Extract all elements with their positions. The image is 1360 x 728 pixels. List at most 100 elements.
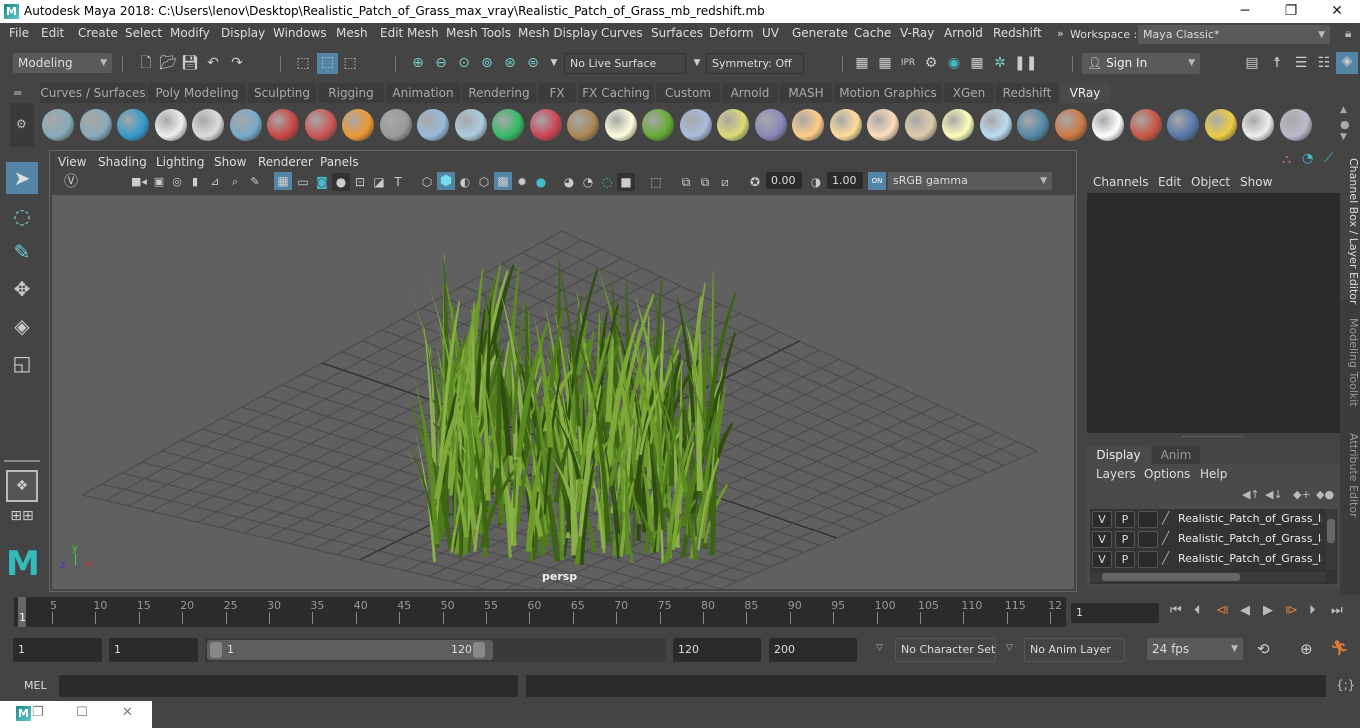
layers-menu-layers[interactable]: Layers	[1096, 467, 1136, 481]
workspace-dropdown[interactable]: Maya Classic* ▼	[1138, 25, 1330, 44]
select-object-icon[interactable]: ⬚	[317, 53, 338, 74]
range-slider-track[interactable]: 1 120	[205, 638, 666, 662]
vray-mesh-export-icon[interactable]	[379, 109, 412, 141]
menu-arnold[interactable]: Arnold	[944, 26, 983, 40]
use-all-lights-icon[interactable]: ✹	[513, 173, 531, 191]
menu-display[interactable]: Display	[221, 26, 265, 40]
tool-settings-icon[interactable]: ☷	[1315, 54, 1333, 72]
menu-file[interactable]: File	[9, 26, 29, 40]
motion-blur-icon[interactable]: ◔	[579, 173, 597, 191]
shelf-tab-redshift[interactable]: Redshift	[996, 83, 1058, 103]
channel-box-toggle-icon[interactable]: ◈	[1336, 52, 1358, 74]
scrollbar-thumb[interactable]	[1327, 519, 1335, 543]
channel-box-icon[interactable]: ⛬	[1282, 152, 1291, 167]
vray-export-icon[interactable]	[42, 109, 74, 141]
open-scene-icon[interactable]: 📂︎	[159, 54, 177, 72]
loop-icon[interactable]: ⟲	[1257, 640, 1270, 658]
anim-layer-chevron-icon[interactable]: ▽	[1006, 643, 1013, 653]
anti-aliasing-icon[interactable]: ◌	[598, 173, 616, 191]
shelf-tab-mash[interactable]: MASH	[780, 83, 832, 103]
step-back-frame-icon[interactable]: ⏴︎	[1194, 603, 1201, 618]
vray-scene-list-icon[interactable]	[117, 109, 149, 141]
layer-playback-toggle[interactable]: P	[1115, 511, 1135, 528]
menu-create[interactable]: Create	[78, 26, 118, 40]
layer-tab-display[interactable]: Display	[1087, 446, 1150, 464]
layer-color-swatch[interactable]: ╱	[1162, 531, 1169, 545]
vray-blue-sphere-icon[interactable]	[1017, 109, 1049, 141]
symmetry-options-chevron-icon[interactable]: ▼	[688, 54, 706, 72]
snap-view-plane-icon[interactable]: ⊚	[478, 54, 496, 72]
pause-viewport-icon[interactable]: ❚❚	[1014, 54, 1037, 72]
modeling-toolkit-icon[interactable]: ▤	[1243, 54, 1261, 72]
shelf-scroll-up-icon[interactable]: ▲	[1340, 105, 1347, 115]
vray-toggle-icon[interactable]: Ⓥ	[62, 173, 80, 191]
vray-globe-icon[interactable]	[754, 109, 787, 141]
command-input[interactable]	[59, 675, 518, 697]
vray-cloud-icon[interactable]	[1242, 109, 1274, 141]
xray-icon[interactable]: ⧉	[677, 173, 695, 191]
scrollbar-thumb[interactable]	[1102, 573, 1240, 581]
vray-ies-light-icon[interactable]	[904, 109, 937, 141]
vray-light-volume-icon[interactable]	[492, 109, 524, 141]
shelf-tab-curves-surfaces[interactable]: Curves / Surfaces	[40, 83, 146, 103]
smooth-shade-icon[interactable]: ⬢	[437, 172, 455, 190]
menu-surfaces[interactable]: Surfaces	[651, 26, 703, 40]
four-view-layout-icon[interactable]: ⊞⊞	[6, 508, 38, 540]
channels-menu-object[interactable]: Object	[1191, 175, 1230, 189]
shelf-tab-custom[interactable]: Custom	[656, 83, 720, 103]
shelf-tab-vray[interactable]: VRay	[1060, 83, 1110, 103]
camera-lock-icon[interactable]: ▣	[150, 173, 168, 191]
close-icon[interactable]: ✕	[122, 705, 133, 720]
camera-select-icon[interactable]: ■◂	[130, 173, 148, 191]
lasso-tool-icon[interactable]: ◌	[6, 200, 38, 232]
new-layer-from-selection-icon[interactable]: ◆●	[1316, 488, 1334, 501]
side-tab-channel-box[interactable]: Channel Box / Layer Editor	[1340, 150, 1360, 305]
new-scene-icon[interactable]: 🗋	[137, 54, 155, 72]
default-material-icon[interactable]: ◐	[456, 173, 474, 191]
move-layer-down-icon[interactable]: ◀↓	[1265, 488, 1283, 501]
layer-playback-toggle[interactable]: P	[1115, 531, 1135, 548]
vray-sun-icon[interactable]	[942, 109, 974, 141]
vray-dome-icon[interactable]	[229, 109, 262, 141]
shelf-tab-animation[interactable]: Animation	[386, 83, 460, 103]
gate-mask-icon[interactable]: ●	[332, 173, 350, 191]
vray-dome-light-icon[interactable]	[792, 109, 824, 141]
vray-molecule-icon[interactable]	[304, 109, 337, 141]
exposure-icon[interactable]: ✪	[746, 173, 764, 191]
menu-select[interactable]: Select	[125, 26, 162, 40]
snap-live-icon[interactable]: ⊛	[501, 54, 519, 72]
close-button[interactable]: ✕	[1314, 0, 1360, 23]
attribute-editor-toggle-icon[interactable]: ◔	[1302, 151, 1313, 166]
layer-name[interactable]: Realistic_Patch_of_Grass_lay	[1178, 532, 1322, 545]
shelf-tab-fx-caching[interactable]: FX Caching	[578, 83, 654, 103]
viewport-menu-panels[interactable]: Panels	[320, 155, 359, 169]
undo-icon[interactable]: ↶	[204, 54, 222, 72]
restore-icon[interactable]: ❐	[32, 705, 44, 720]
vray-spot-light-icon[interactable]	[829, 109, 862, 141]
bookmark-icon[interactable]: ▮	[186, 173, 204, 191]
light-editor-icon[interactable]: ✲	[991, 54, 1009, 72]
select-component-icon[interactable]: ⬚	[341, 54, 359, 72]
menu-curves[interactable]: Curves	[601, 26, 643, 40]
layer-visibility-toggle[interactable]: V	[1092, 551, 1112, 568]
hypershade-icon[interactable]: ◉	[945, 54, 963, 72]
menu-edit[interactable]: Edit	[41, 26, 64, 40]
viewport-menu-show[interactable]: Show	[214, 155, 246, 169]
select-tool-icon[interactable]: ➤	[6, 162, 38, 194]
side-tab-modeling-toolkit[interactable]: Modeling Toolkit	[1340, 310, 1360, 420]
vray-sphere-grid-icon[interactable]	[604, 109, 637, 141]
isolate-select-icon[interactable]: ⬚	[647, 173, 665, 191]
viewport-menu-view[interactable]: View	[58, 155, 86, 169]
render-settings-icon[interactable]: ⚙︎	[922, 54, 940, 72]
menu-overflow-button[interactable]: »	[1057, 27, 1064, 40]
menu-edit-mesh[interactable]: Edit Mesh	[380, 26, 439, 40]
color-space-dropdown[interactable]: sRGB gamma ▼	[888, 172, 1052, 190]
script-editor-icon[interactable]: {;}	[1336, 678, 1355, 692]
vray-curve-icon[interactable]	[717, 109, 749, 141]
symmetry-field[interactable]: Symmetry: Off	[706, 53, 804, 74]
vray-logo-icon[interactable]	[154, 109, 187, 141]
layer-tab-anim[interactable]: Anim	[1152, 446, 1200, 464]
viewport-menu-shading[interactable]: Shading	[98, 155, 147, 169]
snap-vertex-icon[interactable]: ⊜	[524, 54, 542, 72]
vray-shapes-icon[interactable]	[454, 109, 487, 141]
